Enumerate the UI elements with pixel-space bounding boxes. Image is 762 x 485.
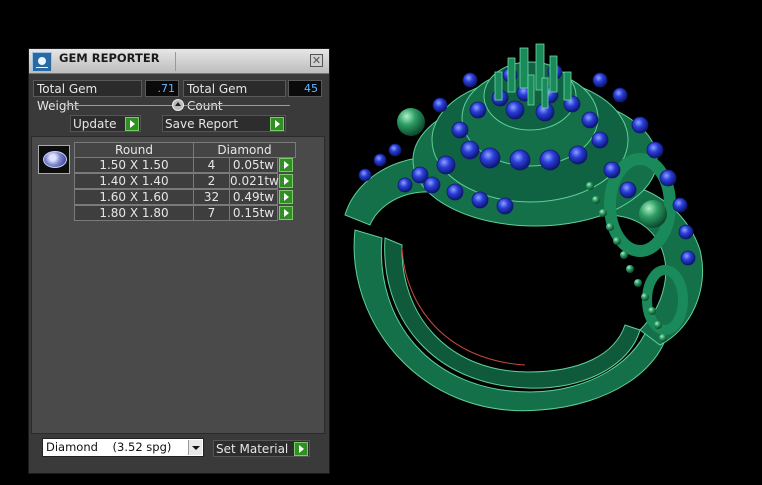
panel-title: GEM REPORTER <box>59 51 160 65</box>
row-select-arrow-icon[interactable] <box>279 190 293 204</box>
row-size: 1.80 X 1.80 <box>74 205 194 221</box>
row-weight: 0.05tw <box>229 157 278 173</box>
round-gem-icon <box>43 151 67 168</box>
row-size: 1.60 X 1.60 <box>74 189 194 205</box>
row-weight: 0.15tw <box>229 205 278 221</box>
total-gem-weight-label: Total Gem Weight <box>33 80 142 113</box>
row-select-arrow-icon[interactable] <box>279 206 293 220</box>
close-button[interactable]: ✕ <box>310 54 323 67</box>
green-play-arrow-icon <box>294 442 308 456</box>
ring-model <box>344 61 704 412</box>
row-size: 1.40 X 1.40 <box>74 173 194 189</box>
row-count: 2 <box>193 173 230 189</box>
save-report-button-label: Save Report <box>165 117 239 131</box>
material-dropdown-value: Diamond (3.52 spg) <box>46 440 172 454</box>
row-count: 32 <box>193 189 230 205</box>
row-weight: 0.021tw <box>229 173 279 189</box>
total-gem-count-value: 45 <box>288 80 322 97</box>
save-report-button[interactable]: Save Report <box>162 115 286 132</box>
chevron-down-icon[interactable] <box>188 440 202 455</box>
row-select-arrow-icon[interactable] <box>279 174 293 188</box>
row-select-arrow-icon[interactable] <box>279 158 293 172</box>
gem-reporter-panel: GEM REPORTER ✕ Total Gem Weight .71 Tota… <box>28 48 330 474</box>
total-gem-count-label: Total Gem Count <box>183 80 286 113</box>
slider-handle[interactable] <box>172 99 184 111</box>
total-gem-weight-value: .71 <box>145 80 179 97</box>
gem-reporter-app-icon <box>32 52 52 72</box>
set-material-button-label: Set Material <box>216 442 289 456</box>
title-separator <box>175 52 176 71</box>
update-button[interactable]: Update <box>70 115 141 132</box>
green-play-arrow-icon <box>270 117 284 131</box>
set-material-button[interactable]: Set Material <box>213 440 310 457</box>
row-weight: 0.49tw <box>229 189 278 205</box>
material-dropdown[interactable]: Diamond (3.52 spg) <box>42 438 204 457</box>
column-header-shape: Round <box>74 142 194 158</box>
row-count: 4 <box>193 157 230 173</box>
column-header-material: Diamond <box>193 142 296 158</box>
gem-thumbnail[interactable] <box>38 145 70 174</box>
row-size: 1.50 X 1.50 <box>74 157 194 173</box>
title-bar[interactable]: GEM REPORTER ✕ <box>29 49 329 74</box>
update-button-label: Update <box>73 117 117 131</box>
row-count: 7 <box>193 205 230 221</box>
close-icon: ✕ <box>311 54 322 67</box>
green-play-arrow-icon <box>125 117 139 131</box>
